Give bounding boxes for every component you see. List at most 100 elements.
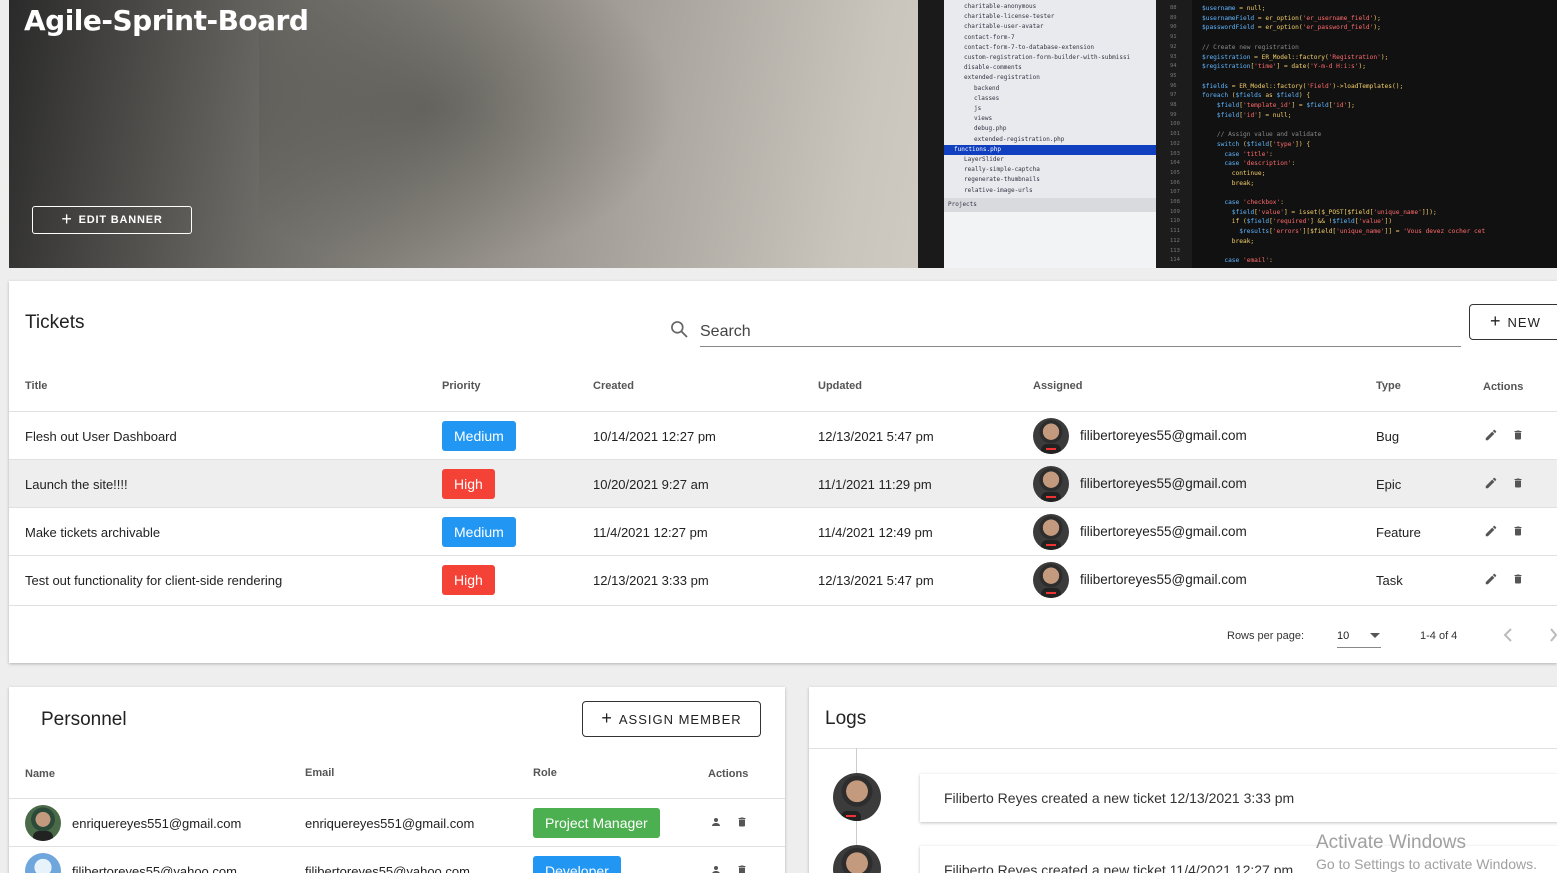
updated-date: 12/13/2021 5:47 pm — [818, 572, 934, 588]
role-cell: Developer — [533, 847, 621, 873]
avatar — [1033, 562, 1069, 598]
col-type[interactable]: Type — [1376, 380, 1401, 392]
tree-item: contact-form-7-to-database-extension — [964, 43, 1095, 51]
table-row[interactable]: Make tickets archivable Medium 11/4/2021 1… — [9, 507, 1557, 555]
edit-banner-button[interactable]: + EDIT BANNER — [32, 206, 192, 234]
activate-windows-watermark: Activate Windows Go to Settings to activ… — [1316, 832, 1537, 872]
banner-projects-label: Projects — [944, 198, 1156, 212]
ticket-type: Task — [1376, 572, 1403, 588]
role-badge: Developer — [533, 856, 621, 873]
ticket-type: Epic — [1376, 476, 1402, 492]
avatar — [1033, 418, 1069, 454]
ticket-type: Bug — [1376, 428, 1400, 444]
priority-cell: Medium — [442, 508, 516, 556]
new-ticket-label: NEW — [1507, 314, 1541, 330]
new-ticket-button[interactable]: + NEW — [1469, 304, 1557, 340]
created-date: 12/13/2021 3:33 pm — [593, 572, 709, 588]
edit-icon[interactable] — [1484, 476, 1498, 493]
name-cell: filibertoreyes55@yahoo.com — [25, 847, 237, 873]
col-updated[interactable]: Updated — [818, 380, 862, 392]
col-priority[interactable]: Priority — [442, 380, 481, 392]
priority-cell: High — [442, 556, 495, 604]
avatar — [1033, 466, 1069, 502]
delete-icon[interactable] — [1512, 572, 1524, 589]
avatar — [833, 845, 881, 873]
col-assigned[interactable]: Assigned — [1033, 380, 1083, 392]
rows-per-page-label: Rows per page: — [1227, 630, 1305, 642]
personnel-heading: Personnel — [41, 709, 127, 730]
person-icon[interactable] — [710, 864, 722, 873]
row-actions — [710, 847, 748, 873]
member-name: enriquereyes551@gmail.com — [72, 815, 242, 831]
col-role[interactable]: Role — [533, 767, 557, 779]
log-text: Filiberto Reyes created a new ticket 11/… — [944, 862, 1294, 873]
assigned-email: filibertoreyes55@gmail.com — [1080, 475, 1247, 491]
col-title[interactable]: Title — [25, 380, 47, 392]
table-row[interactable]: Launch the site!!!! High 10/20/2021 9:27 a… — [9, 459, 1557, 507]
member-email: filibertoreyes55@yahoo.com — [305, 863, 470, 873]
row-actions — [710, 799, 748, 847]
col-actions: Actions — [1483, 381, 1524, 393]
priority-cell: Medium — [442, 412, 516, 460]
previous-page-icon[interactable] — [1502, 628, 1514, 642]
rows-per-page-value: 10 — [1337, 629, 1350, 642]
tree-item: classes — [974, 94, 1000, 102]
tree-item: backend — [974, 84, 1000, 92]
plus-icon: + — [1490, 311, 1502, 331]
assign-member-label: ASSIGN MEMBER — [618, 711, 742, 727]
col-actions: Actions — [708, 768, 749, 780]
delete-icon[interactable] — [736, 815, 748, 832]
tree-item: regenerate-thumbnails — [964, 176, 1040, 184]
log-avatar — [833, 773, 881, 821]
edit-icon[interactable] — [1484, 428, 1498, 445]
board-title: Agile-Sprint-Board — [24, 4, 309, 37]
role-cell: Project Manager — [533, 799, 660, 847]
log-entry[interactable]: Filiberto Reyes created a new ticket 12/… — [920, 774, 1557, 822]
table-pagination: Rows per page: 10 1-4 of 4 — [9, 605, 1557, 663]
delete-icon[interactable] — [1512, 524, 1524, 541]
avatar — [833, 773, 881, 821]
col-created[interactable]: Created — [593, 380, 634, 392]
row-actions — [1484, 556, 1524, 604]
assign-member-button[interactable]: + ASSIGN MEMBER — [582, 701, 761, 737]
person-icon[interactable] — [710, 816, 722, 831]
created-date: 10/14/2021 12:27 pm — [593, 428, 716, 444]
avatar — [25, 853, 61, 873]
table-row[interactable]: filibertoreyes55@yahoo.com filibertoreyes… — [9, 846, 785, 873]
tree-item: charitable-license-tester — [964, 13, 1055, 21]
banner-monitor-image: charitable-anonymous charitable-license-t… — [918, 0, 1557, 268]
edit-icon[interactable] — [1484, 572, 1498, 589]
row-actions — [1484, 460, 1524, 508]
tree-item: functions.php — [944, 144, 1156, 156]
dropdown-arrow-icon — [1370, 632, 1380, 638]
assigned-email: filibertoreyes55@gmail.com — [1080, 523, 1247, 539]
delete-icon[interactable] — [1512, 428, 1524, 445]
col-email[interactable]: Email — [305, 767, 334, 779]
priority-badge: High — [442, 565, 495, 595]
assigned-email: filibertoreyes55@gmail.com — [1080, 571, 1247, 587]
table-row[interactable]: Flesh out User Dashboard Medium 10/14/2021… — [9, 411, 1557, 459]
ticket-title: Launch the site!!!! — [25, 476, 128, 492]
edit-icon[interactable] — [1484, 524, 1498, 541]
next-page-icon[interactable] — [1550, 628, 1557, 642]
updated-date: 11/1/2021 11:29 pm — [818, 476, 932, 492]
rows-per-page-select[interactable]: 10 — [1337, 624, 1381, 648]
assigned-cell: filibertoreyes55@gmail.com — [1033, 556, 1247, 604]
member-name: filibertoreyes55@yahoo.com — [72, 863, 237, 873]
tree-item: relative-image-urls — [964, 186, 1033, 194]
tree-item: debug.php — [974, 125, 1007, 133]
assigned-email: filibertoreyes55@gmail.com — [1080, 427, 1247, 443]
row-actions — [1484, 508, 1524, 556]
created-date: 10/20/2021 9:27 am — [593, 476, 709, 492]
tree-item: disable-comments — [964, 64, 1022, 72]
log-text: Filiberto Reyes created a new ticket 12/… — [944, 790, 1295, 806]
table-row[interactable]: Test out functionality for client-side r… — [9, 555, 1557, 603]
col-name[interactable]: Name — [25, 768, 55, 780]
delete-icon[interactable] — [1512, 476, 1524, 493]
search-input[interactable] — [700, 317, 1461, 347]
table-row[interactable]: enriquereyes551@gmail.com enriquereyes551… — [9, 798, 785, 846]
delete-icon[interactable] — [736, 863, 748, 873]
tree-item: views — [974, 115, 993, 123]
banner: charitable-anonymous charitable-license-t… — [9, 0, 1557, 268]
banner-code: $username = null; $usernameField = er_op… — [1192, 0, 1557, 268]
